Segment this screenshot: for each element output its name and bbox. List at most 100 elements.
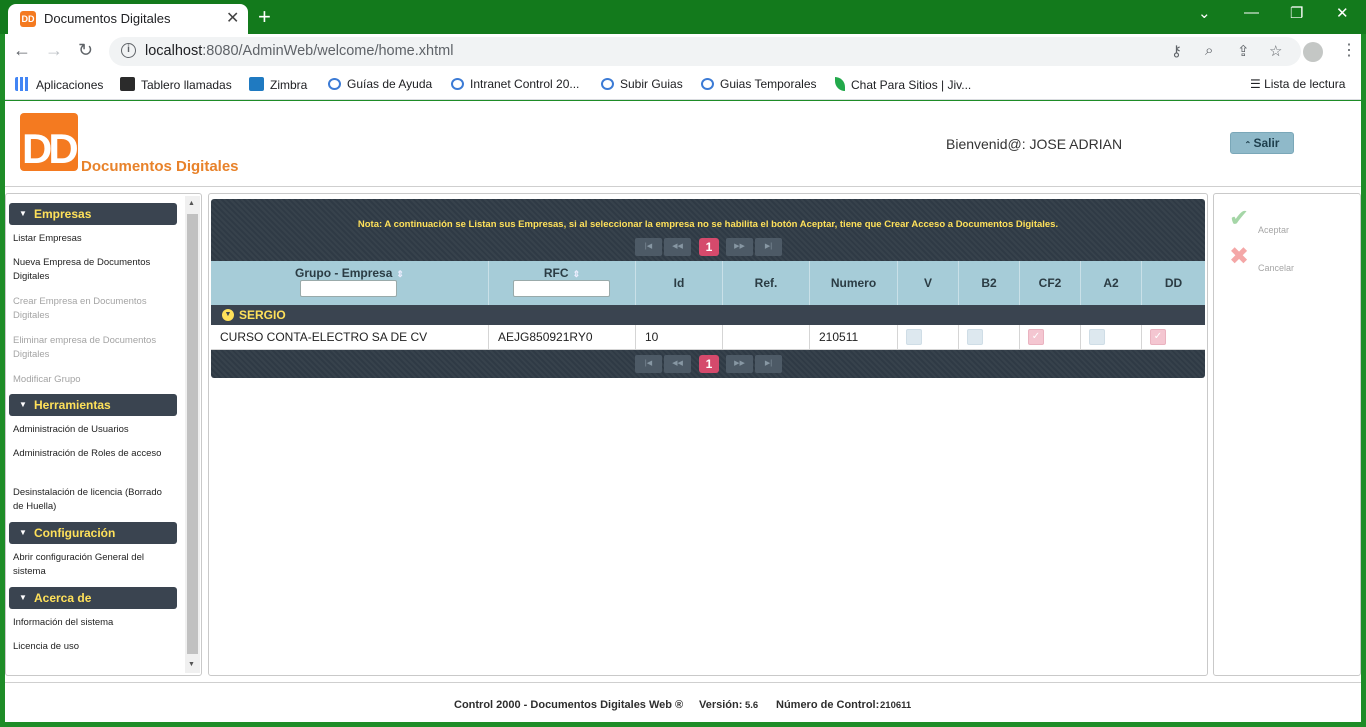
footer-product: Control 2000 - Documentos Digitales Web … bbox=[454, 699, 684, 711]
collapse-chevron-icon[interactable]: ▼ bbox=[222, 309, 234, 321]
companies-panel: Nota: A continuación se Listan sus Empre… bbox=[208, 193, 1208, 676]
url-text[interactable]: localhost:8080/AdminWeb/welcome/home.xht… bbox=[145, 43, 453, 59]
column-label: Grupo - Empresa bbox=[295, 266, 393, 280]
menu-header-label: Configuración bbox=[34, 526, 116, 540]
cell-b2 bbox=[959, 325, 1020, 350]
menu-item-nueva-empresa[interactable]: Nueva Empresa de Documentos Digitales bbox=[13, 256, 175, 284]
column-grupo-empresa[interactable]: Grupo - Empresa ⇕ bbox=[211, 261, 489, 305]
first-page-icon[interactable]: |◀ bbox=[635, 238, 662, 256]
tab-search-icon[interactable]: ⌄ bbox=[1198, 4, 1211, 22]
column-label: RFC bbox=[543, 266, 569, 280]
grid-footer: |◀ ◀◀ 1 ▶▶ ▶| bbox=[211, 350, 1205, 378]
reading-list[interactable]: ☰ Lista de lectura bbox=[1250, 77, 1345, 91]
bookmark-aplicaciones[interactable]: Aplicaciones bbox=[15, 77, 103, 92]
menu-item-info-sistema[interactable]: Información del sistema bbox=[13, 616, 175, 630]
column-headers: Grupo - Empresa ⇕ RFC ⇕ Id Ref. Numero V B… bbox=[211, 261, 1205, 305]
column-label: CF2 bbox=[1038, 276, 1062, 290]
scroll-thumb[interactable] bbox=[187, 214, 198, 654]
empresa-filter-input[interactable] bbox=[300, 280, 397, 297]
table-row[interactable]: CURSO CONTA-ELECTRO SA DE CV AEJG850921R… bbox=[211, 325, 1205, 350]
menu-item-admin-usuarios[interactable]: Administración de Usuarios bbox=[13, 423, 175, 437]
forward-icon[interactable]: → bbox=[45, 40, 63, 61]
back-icon[interactable]: ← bbox=[13, 40, 31, 61]
menu-header-acerca-de[interactable]: ▼ Acerca de bbox=[9, 587, 177, 609]
column-cf2: CF2 bbox=[1020, 261, 1081, 305]
column-a2: A2 bbox=[1081, 261, 1142, 305]
tab-favicon-icon: DD bbox=[20, 11, 36, 27]
bookmark-label: Subir Guias bbox=[620, 77, 683, 91]
column-rfc[interactable]: RFC ⇕ bbox=[489, 261, 636, 305]
minimize-icon[interactable]: — bbox=[1244, 4, 1259, 21]
browser-toolbar: ← → ↻ i localhost:8080/AdminWeb/welcome/… bbox=[5, 34, 1361, 70]
browser-tab[interactable]: DD Documentos Digitales ✕ bbox=[8, 4, 248, 34]
logout-label: Salir bbox=[1253, 136, 1280, 150]
group-row-sergio[interactable]: ▼ SERGIO bbox=[211, 305, 1205, 325]
prev-page-icon[interactable]: ◀◀ bbox=[664, 238, 691, 256]
scroll-up-icon[interactable]: ▲ bbox=[188, 200, 195, 207]
menu-header-empresas[interactable]: ▼ Empresas bbox=[9, 203, 177, 225]
site-info-icon[interactable]: i bbox=[121, 43, 136, 58]
window-close-icon[interactable]: ✕ bbox=[1336, 4, 1349, 22]
share-icon[interactable]: ⇪ bbox=[1237, 42, 1250, 60]
profile-avatar[interactable] bbox=[1303, 42, 1323, 62]
sidebar-scrollbar[interactable]: ▲ ▼ bbox=[185, 196, 200, 673]
bookmark-label: Guías de Ayuda bbox=[347, 77, 433, 91]
column-label: DD bbox=[1164, 276, 1183, 290]
menu-item-admin-roles[interactable]: Administración de Roles de acceso bbox=[13, 447, 175, 461]
bookmark-subir-guias[interactable]: Subir Guias bbox=[601, 77, 683, 91]
sort-icon[interactable]: ⇕ bbox=[396, 269, 404, 279]
logout-button[interactable]: ⌃ Salir bbox=[1230, 132, 1294, 154]
cell-rfc: AEJG850921RY0 bbox=[489, 325, 636, 350]
browser-menu-icon[interactable]: ⋮ bbox=[1341, 40, 1357, 60]
menu-item-crear-empresa: Crear Empresa en Documentos Digitales bbox=[13, 296, 147, 321]
menu-item-listar-empresas[interactable]: Listar Empresas bbox=[13, 232, 175, 246]
bookmark-star-icon[interactable]: ☆ bbox=[1269, 42, 1282, 60]
menu-item-licencia-uso[interactable]: Licencia de uso bbox=[13, 640, 175, 654]
key-icon[interactable]: ⚷ bbox=[1171, 42, 1182, 60]
rfc-filter-input[interactable] bbox=[513, 280, 610, 297]
accept-button[interactable]: Aceptar bbox=[1258, 225, 1289, 235]
grid-note: Nota: A continuación se Listan sus Empre… bbox=[357, 219, 1059, 230]
menu-header-configuracion[interactable]: ▼ Configuración bbox=[9, 522, 177, 544]
menu-item-config-general[interactable]: Abrir configuración General del sistema bbox=[13, 551, 175, 579]
bookmark-label: Zimbra bbox=[270, 78, 308, 92]
column-label: B2 bbox=[981, 276, 997, 290]
menu-header-herramientas[interactable]: ▼ Herramientas bbox=[9, 394, 177, 416]
next-page-icon[interactable]: ▶▶ bbox=[726, 355, 753, 373]
bookmark-guias-temporales[interactable]: Guias Temporales bbox=[701, 77, 817, 91]
next-page-icon[interactable]: ▶▶ bbox=[726, 238, 753, 256]
menu-item-desinstalacion-licencia[interactable]: Desinstalación de licencia (Borrado de H… bbox=[13, 486, 175, 514]
bookmark-label: Tablero llamadas bbox=[141, 78, 232, 92]
tab-close-icon[interactable]: ✕ bbox=[226, 8, 239, 28]
checkbox-dd-check-icon: ✓ bbox=[1150, 329, 1166, 345]
current-page[interactable]: 1 bbox=[699, 355, 719, 373]
bookmark-guias-ayuda[interactable]: Guías de Ayuda bbox=[328, 77, 432, 91]
co-icon bbox=[328, 78, 341, 90]
scroll-down-icon[interactable]: ▼ bbox=[188, 661, 195, 668]
co-icon bbox=[701, 78, 714, 90]
bookmark-chat[interactable]: Chat Para Sitios | Jiv... bbox=[835, 77, 971, 92]
first-page-icon[interactable]: |◀ bbox=[635, 355, 662, 373]
caret-down-icon: ▼ bbox=[19, 209, 27, 218]
last-page-icon[interactable]: ▶| bbox=[755, 238, 782, 256]
cell-dd: ✓ bbox=[1142, 325, 1205, 350]
bookmark-tablero-llamadas[interactable]: Tablero llamadas bbox=[120, 77, 232, 92]
menu-item-eliminar-empresa: Eliminar empresa de Documentos Digitales bbox=[13, 335, 157, 360]
last-page-icon[interactable]: ▶| bbox=[755, 355, 782, 373]
footer-version: 5.6 bbox=[745, 700, 759, 711]
zoom-icon[interactable]: ⌕ bbox=[1205, 42, 1213, 59]
apps-grid-icon bbox=[15, 77, 30, 91]
restore-icon[interactable]: ❐ bbox=[1290, 4, 1303, 22]
bookmark-intranet[interactable]: Intranet Control 20... bbox=[451, 77, 579, 91]
prev-page-icon[interactable]: ◀◀ bbox=[664, 355, 691, 373]
new-tab-icon[interactable]: + bbox=[258, 4, 271, 30]
column-label: Id bbox=[673, 276, 685, 290]
address-bar[interactable]: i localhost:8080/AdminWeb/welcome/home.x… bbox=[109, 37, 1301, 66]
reload-icon[interactable]: ↻ bbox=[78, 40, 93, 61]
cancel-button[interactable]: Cancelar bbox=[1258, 263, 1294, 273]
current-page[interactable]: 1 bbox=[699, 238, 719, 256]
column-label: Numero bbox=[830, 276, 877, 290]
bookmark-label: Guias Temporales bbox=[720, 77, 817, 91]
bookmark-zimbra[interactable]: Zimbra bbox=[249, 77, 307, 92]
sort-icon[interactable]: ⇕ bbox=[573, 269, 581, 279]
